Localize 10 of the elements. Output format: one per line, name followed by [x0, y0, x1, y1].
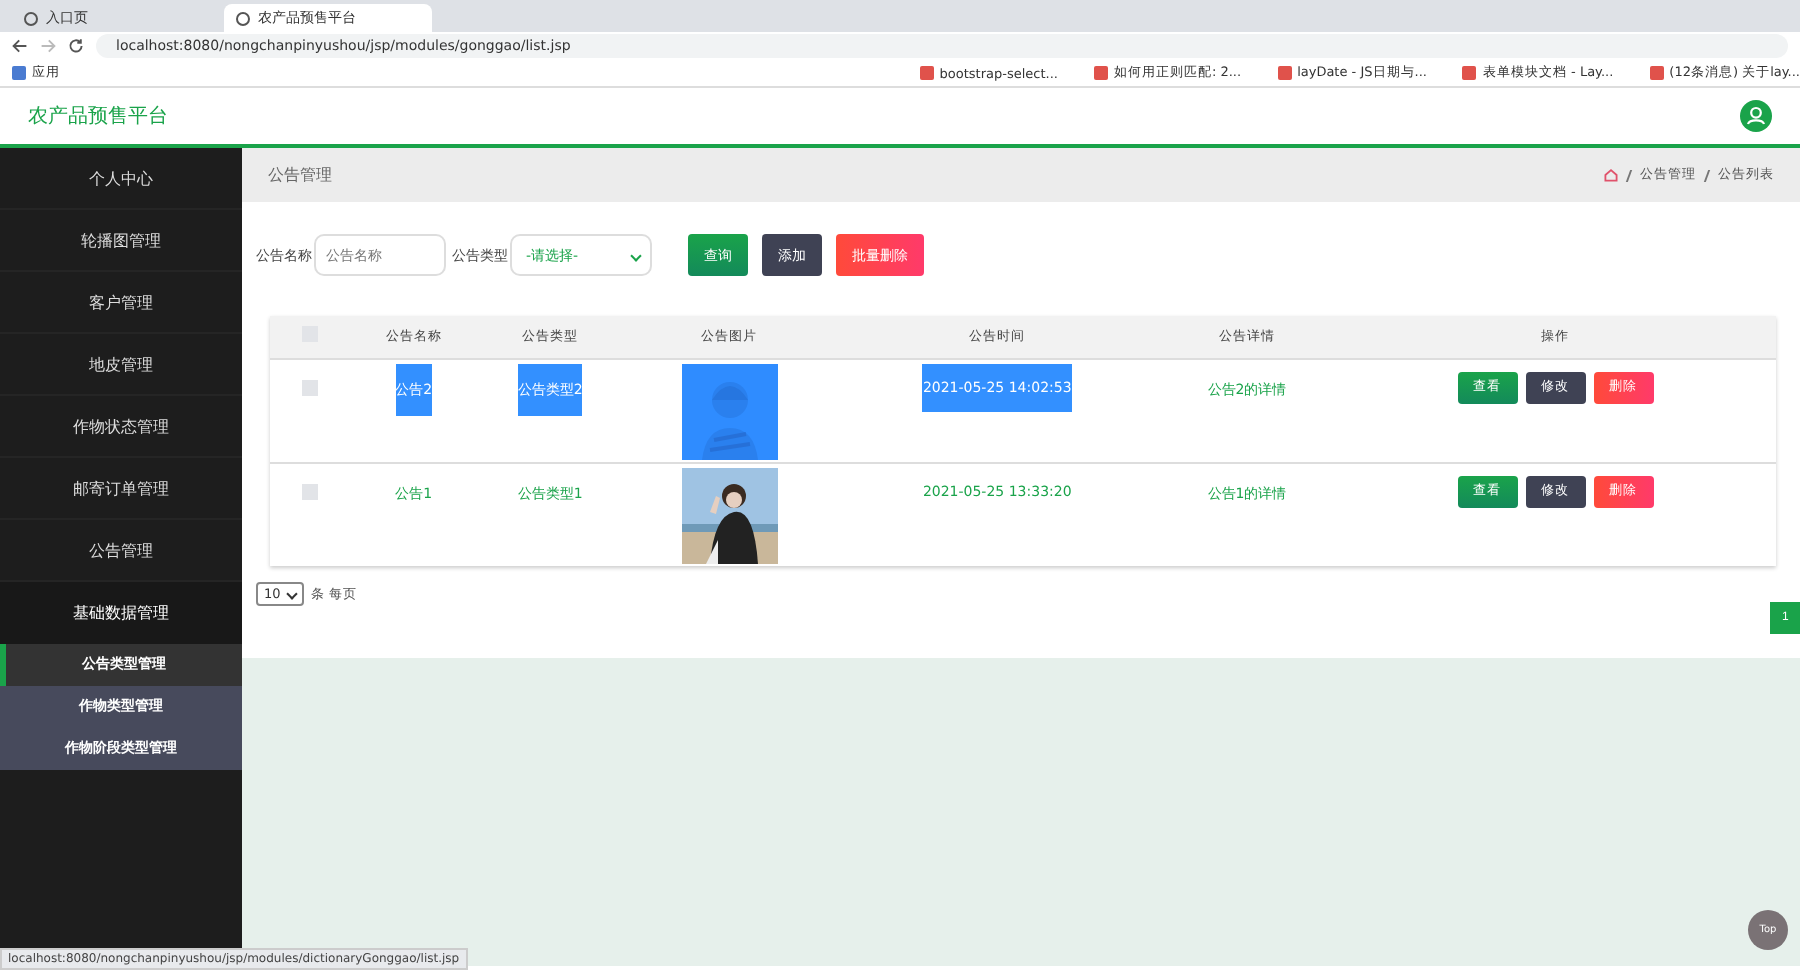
back-icon[interactable] [12, 38, 28, 54]
row-checkbox[interactable] [302, 379, 318, 395]
app-title: 农产品预售平台 [28, 103, 168, 130]
row-checkbox[interactable] [302, 483, 318, 499]
reload-icon[interactable] [68, 38, 84, 54]
page-heading: 公告管理 [268, 164, 332, 186]
sidebar-item[interactable]: 基础数据管理 [0, 582, 242, 644]
home-icon[interactable] [1604, 168, 1618, 182]
forward-icon[interactable] [40, 38, 56, 54]
user-avatar-icon[interactable] [1740, 100, 1772, 132]
